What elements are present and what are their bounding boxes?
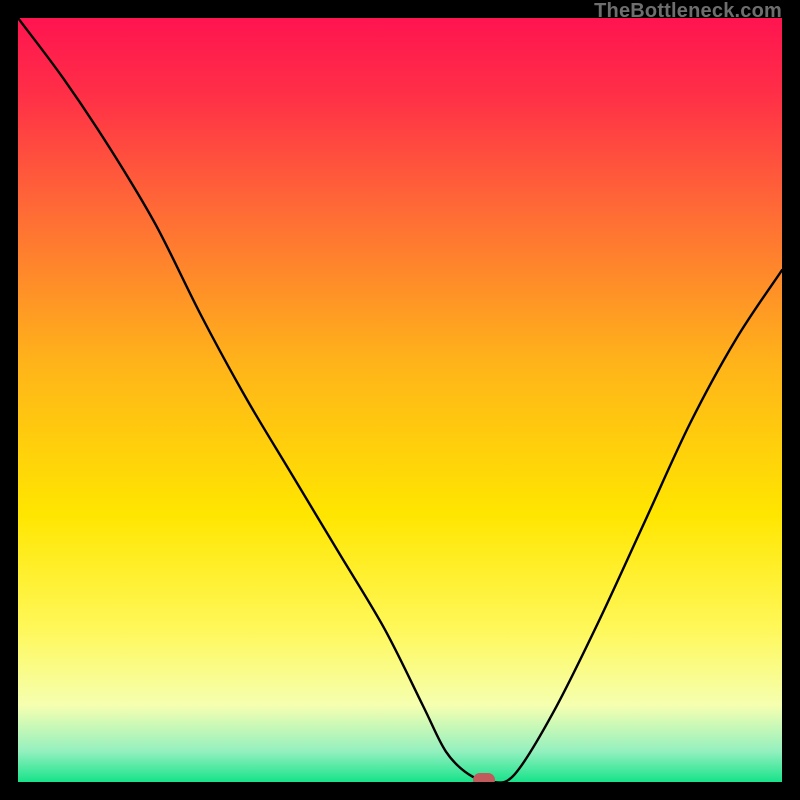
optimum-marker bbox=[473, 773, 495, 782]
bottleneck-curve bbox=[18, 18, 782, 782]
watermark-text: TheBottleneck.com bbox=[594, 0, 782, 23]
chart-frame: TheBottleneck.com bbox=[0, 0, 800, 800]
plot-area bbox=[18, 18, 782, 782]
